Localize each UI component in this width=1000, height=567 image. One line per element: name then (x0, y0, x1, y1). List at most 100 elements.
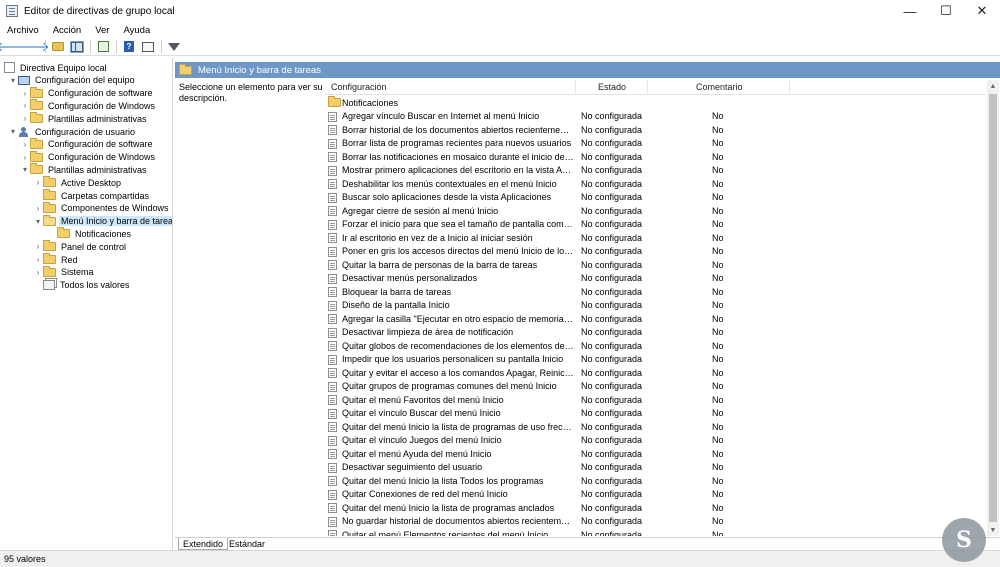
table-row[interactable]: Mostrar primero aplicaciones del escrito… (325, 164, 985, 178)
table-row[interactable]: Bloquear la barra de tareas No configurad… (325, 285, 985, 299)
collapsed-chevron-icon[interactable]: › (33, 178, 43, 188)
scroll-thumb[interactable] (989, 94, 997, 522)
tree-item[interactable]: Todos los valores (33, 279, 132, 292)
column-divider[interactable] (647, 80, 648, 95)
tree-item[interactable]: › Red (33, 253, 80, 266)
table-row[interactable]: Quitar globos de recomendaciones de los … (325, 339, 985, 353)
properties-button[interactable] (139, 39, 157, 55)
tree-item[interactable]: › Configuración de Windows (20, 99, 157, 112)
setting-comment: No (712, 367, 724, 378)
tree-item[interactable]: Carpetas compartidas (33, 189, 151, 202)
table-row[interactable]: Quitar del menú Inicio la lista de progr… (325, 501, 985, 515)
table-row[interactable]: Quitar el menú Ayuda del menú Inicio No c… (325, 447, 985, 461)
table-row[interactable]: Poner en gris los accesos directos del m… (325, 245, 985, 259)
column-divider[interactable] (789, 80, 790, 95)
tree-item[interactable]: › Configuración de Windows (20, 150, 157, 164)
tree-item[interactable]: ▾ Menú Inicio y barra de tareas (33, 214, 172, 228)
table-row[interactable]: Quitar del menú Inicio la lista Todos lo… (325, 474, 985, 488)
column-header-comentario[interactable]: Comentario (696, 82, 743, 92)
column-divider[interactable] (575, 80, 576, 95)
description-text: Seleccione un elemento para ver su descr… (179, 82, 323, 103)
filter-button[interactable] (165, 39, 183, 55)
export-list-button[interactable] (94, 39, 112, 55)
table-row[interactable]: Borrar las notificaciones en mosaico dur… (325, 150, 985, 164)
tree-item[interactable]: ▾ Plantillas administrativas (20, 163, 149, 176)
properties-icon (142, 41, 154, 52)
table-row[interactable]: Quitar la barra de personas de la barra … (325, 258, 985, 272)
setting-comment: No (712, 124, 724, 135)
table-row[interactable]: Ir al escritorio en vez de a Inicio al i… (325, 231, 985, 245)
table-row[interactable]: Borrar historial de los documentos abier… (325, 123, 985, 137)
table-row[interactable]: Quitar Conexiones de red del menú Inicio… (325, 488, 985, 502)
table-row[interactable]: Desactivar menús personalizados No config… (325, 272, 985, 286)
show-hide-tree-button[interactable] (68, 39, 86, 55)
menu-ver[interactable]: Ver (88, 25, 116, 36)
table-row[interactable]: No guardar historial de documentos abier… (325, 515, 985, 529)
table-row[interactable]: Quitar el menú Favoritos del menú Inicio… (325, 393, 985, 407)
export-list-icon (97, 41, 109, 52)
no-chevron (33, 280, 43, 290)
table-row[interactable]: Agregar cierre de sesión al menú Inicio N… (325, 204, 985, 218)
setting-comment: No (712, 138, 724, 149)
up-folder-button[interactable] (49, 39, 67, 55)
tree-item[interactable]: › Panel de control (33, 240, 128, 253)
menu-accion[interactable]: Acción (46, 25, 89, 36)
tree-item[interactable]: Notificaciones (47, 227, 133, 240)
collapsed-chevron-icon[interactable]: › (20, 152, 30, 162)
table-row[interactable]: Diseño de la pantalla Inicio No configura… (325, 299, 985, 313)
minimize-button[interactable]: — (892, 0, 928, 22)
tree-item[interactable]: › Componentes de Windows (33, 201, 171, 215)
tree-item[interactable]: › Active Desktop (33, 176, 123, 189)
tree-item[interactable]: Directiva Equipo local (4, 61, 109, 74)
tree-item[interactable]: ▾ Configuración del equipo (8, 74, 137, 87)
table-row[interactable]: Quitar del menú Inicio la lista de progr… (325, 420, 985, 434)
maximize-button[interactable]: ☐ (928, 0, 964, 22)
tree-item[interactable]: › Configuración de software (20, 137, 155, 151)
table-row[interactable]: Forzar el inicio para que sea el tamaño … (325, 218, 985, 232)
table-row[interactable]: Impedir que los usuarios personalicen su… (325, 353, 985, 367)
tree-item[interactable]: ▾ Configuración de usuario (8, 125, 137, 138)
scroll-up-icon[interactable]: ▲ (987, 80, 999, 92)
tree-item[interactable]: › Configuración de software (20, 86, 155, 100)
list-item-folder[interactable]: Notificaciones (325, 96, 985, 110)
scroll-down-icon[interactable]: ▼ (987, 524, 999, 536)
tree-item-label: Configuración de Windows (48, 152, 156, 163)
collapsed-chevron-icon[interactable]: › (33, 267, 43, 277)
table-row[interactable]: Quitar el vínculo Juegos del menú Inicio… (325, 434, 985, 448)
collapsed-chevron-icon[interactable]: › (33, 242, 43, 252)
vertical-scrollbar[interactable]: ▲ ▼ (987, 80, 999, 536)
tab-estandar[interactable]: Estándar (225, 538, 269, 550)
table-row[interactable]: Quitar y evitar el acceso a los comandos… (325, 366, 985, 380)
table-row[interactable]: Quitar el vínculo Buscar del menú Inicio… (325, 407, 985, 421)
collapsed-chevron-icon[interactable]: › (20, 88, 30, 98)
expanded-chevron-icon[interactable]: ▾ (33, 216, 43, 226)
table-row[interactable]: Quitar grupos de programas comunes del m… (325, 380, 985, 394)
table-row[interactable]: Desactivar seguimiento del usuario No con… (325, 461, 985, 475)
collapsed-chevron-icon[interactable]: › (33, 203, 43, 213)
menu-ayuda[interactable]: Ayuda (116, 25, 157, 36)
close-button[interactable]: ✕ (964, 0, 1000, 22)
collapsed-chevron-icon[interactable]: › (20, 139, 30, 149)
table-row[interactable]: Agregar la casilla "Ejecutar en otro esp… (325, 312, 985, 326)
collapsed-chevron-icon[interactable]: › (20, 101, 30, 111)
column-header-configuracion[interactable]: Configuración (331, 82, 387, 92)
expanded-chevron-icon[interactable]: ▾ (8, 127, 18, 137)
expanded-chevron-icon[interactable]: ▾ (8, 75, 18, 85)
table-row[interactable]: Buscar solo aplicaciones desde la vista … (325, 191, 985, 205)
tab-extendido[interactable]: Extendido (178, 538, 229, 550)
help-button[interactable]: ? (120, 39, 138, 55)
expanded-chevron-icon[interactable]: ▾ (20, 165, 30, 175)
table-row[interactable]: Desactivar limpieza de área de notificac… (325, 326, 985, 340)
setting-state: No configurada (581, 462, 643, 473)
table-row[interactable]: Agregar vínculo Buscar en Internet al me… (325, 110, 985, 124)
table-row[interactable]: Deshabilitar los menús contextuales en e… (325, 177, 985, 191)
collapsed-chevron-icon[interactable]: › (20, 114, 30, 124)
table-row[interactable]: Borrar lista de programas recientes para… (325, 137, 985, 151)
tree-item[interactable]: › Sistema (33, 265, 96, 279)
menu-archivo[interactable]: Archivo (0, 25, 46, 36)
column-header-estado[interactable]: Estado (598, 82, 626, 92)
collapsed-chevron-icon[interactable]: › (33, 255, 43, 265)
tree-item[interactable]: › Plantillas administrativas (20, 112, 149, 125)
forward-button[interactable]: 🡒 (15, 39, 50, 55)
table-row[interactable]: Quitar el menú Elementos recientes del m… (325, 528, 985, 536)
